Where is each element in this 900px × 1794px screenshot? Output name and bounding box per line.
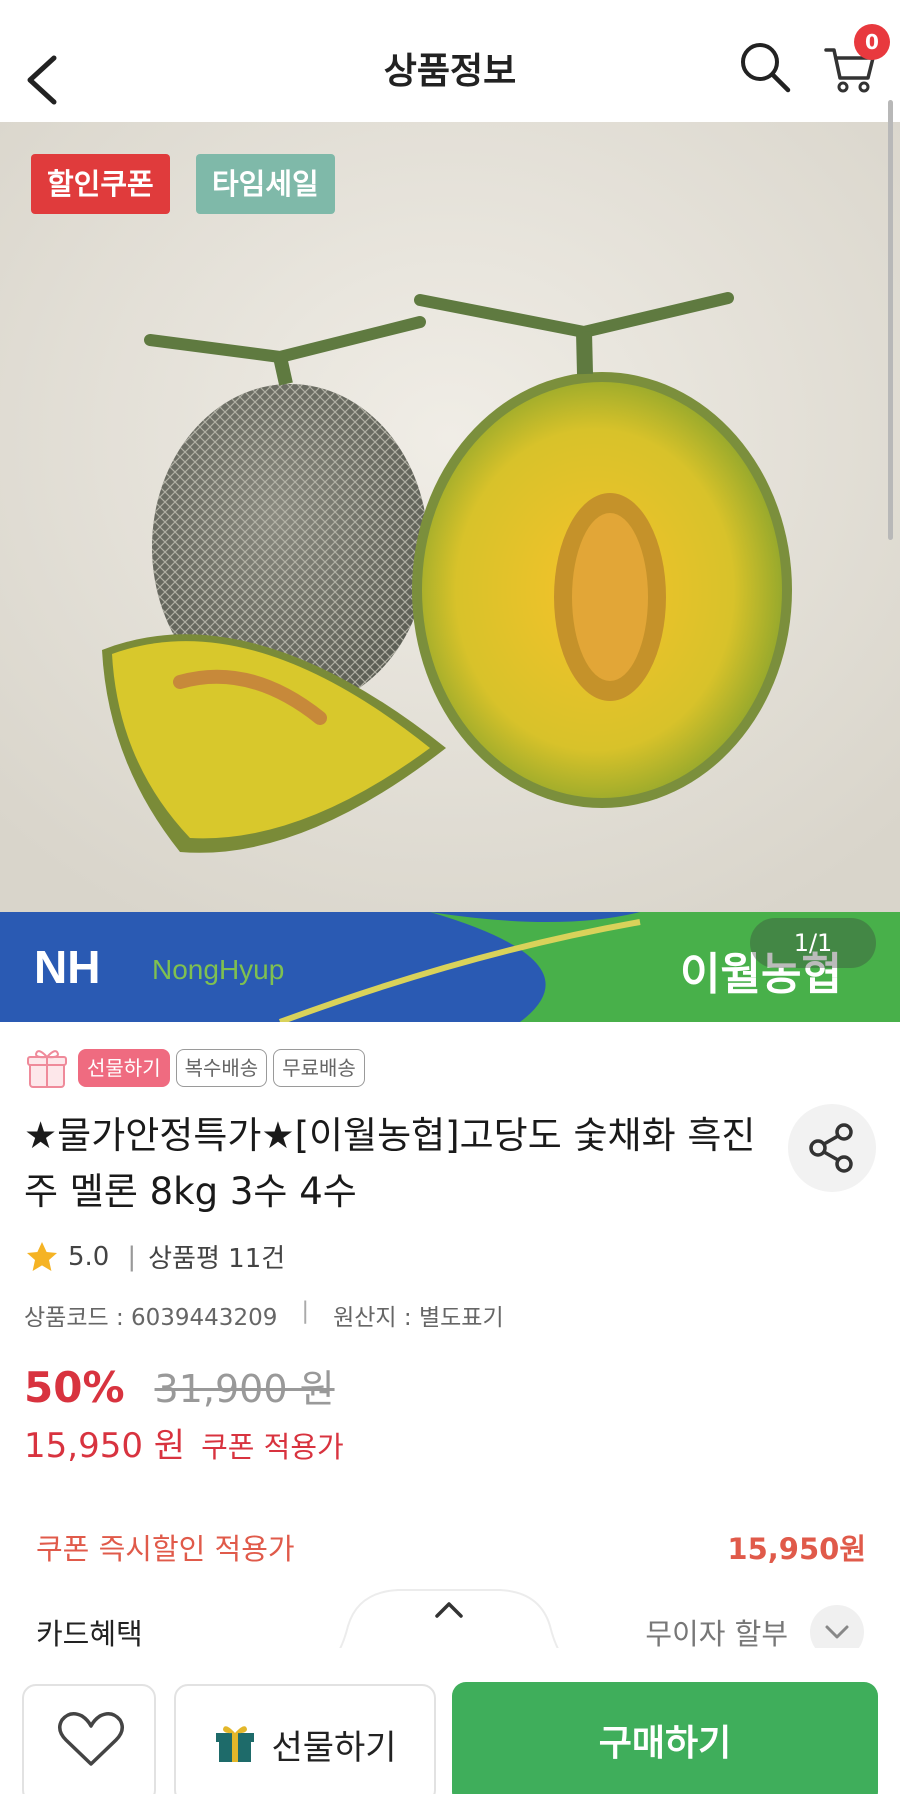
discount-row: 50% 31,900 원 [24,1358,335,1413]
banner-nh-logo: NH [34,941,101,993]
instant-discount-row: 쿠폰 즉시할인 적용가 15,950원 [36,1526,866,1568]
tag-multi-delivery: 복수배송 [175,1049,268,1087]
scrollbar[interactable] [888,100,893,540]
sale-price: 15,950 원 [24,1426,186,1466]
product-tags: 선물하기 복수배송 무료배송 [24,1046,365,1090]
origin: 원산지 : 별도표기 [333,1305,504,1331]
product-code: 상품코드 : 6039443209 [24,1305,278,1331]
tag-free-delivery: 무료배송 [273,1049,365,1087]
star-icon [27,1241,57,1271]
product-image-carousel[interactable]: 할인쿠폰 타임세일 NH NongHyup 이월농협 1/1 [0,122,900,1022]
rating-score: 5.0 [68,1241,110,1272]
buy-button[interactable]: 구매하기 [452,1682,878,1794]
share-button[interactable] [788,1104,876,1192]
search-button[interactable] [736,38,796,98]
bottom-action-bar: 선물하기 구매하기 [0,1648,900,1794]
product-code-row: 상품코드 : 6039443209 | 원산지 : 별도표기 [24,1298,504,1332]
product-title: ★물가안정특가★[이월농협]고당도 숯채화 흑진주 멜론 8kg 3수 4수 [24,1114,756,1213]
original-price: 31,900 원 [154,1367,335,1411]
gift-box-icon [216,1726,255,1762]
wishlist-button[interactable] [22,1684,156,1794]
discount-percent: 50% [24,1363,125,1412]
review-count[interactable]: 상품평 11건 [148,1238,285,1275]
time-sale-badge: 타임세일 [196,154,335,214]
rating-divider: | [127,1241,137,1272]
instant-discount-label: 쿠폰 즉시할인 적용가 [36,1532,295,1566]
image-pager: 1/1 [750,918,876,968]
installment-label: 무이자 할부 [645,1617,788,1651]
gift-button[interactable]: 선물하기 [174,1684,436,1794]
product-photo [0,122,900,1022]
rating-row[interactable]: 5.0 | 상품평 11건 [24,1238,285,1275]
card-benefit-label: 카드혜택 [36,1617,143,1651]
sale-price-row: 15,950 원 쿠폰 적용가 [24,1418,344,1467]
tag-gift: 선물하기 [78,1049,170,1087]
heart-icon [58,1712,124,1766]
gift-icon [27,1050,67,1088]
share-icon [809,1123,853,1173]
coupon-applied-label: 쿠폰 적용가 [201,1430,344,1464]
cart-count-badge: 0 [854,24,890,60]
top-app-bar: 상품정보 0 [0,0,900,122]
search-icon [741,43,791,93]
discount-coupon-badge: 할인쿠폰 [31,154,170,214]
instant-discount-price: 15,950원 [727,1532,866,1566]
code-divider: | [301,1298,310,1324]
banner-nh-subtitle: NongHyup [152,954,285,985]
gift-button-label: 선물하기 [271,1727,397,1768]
